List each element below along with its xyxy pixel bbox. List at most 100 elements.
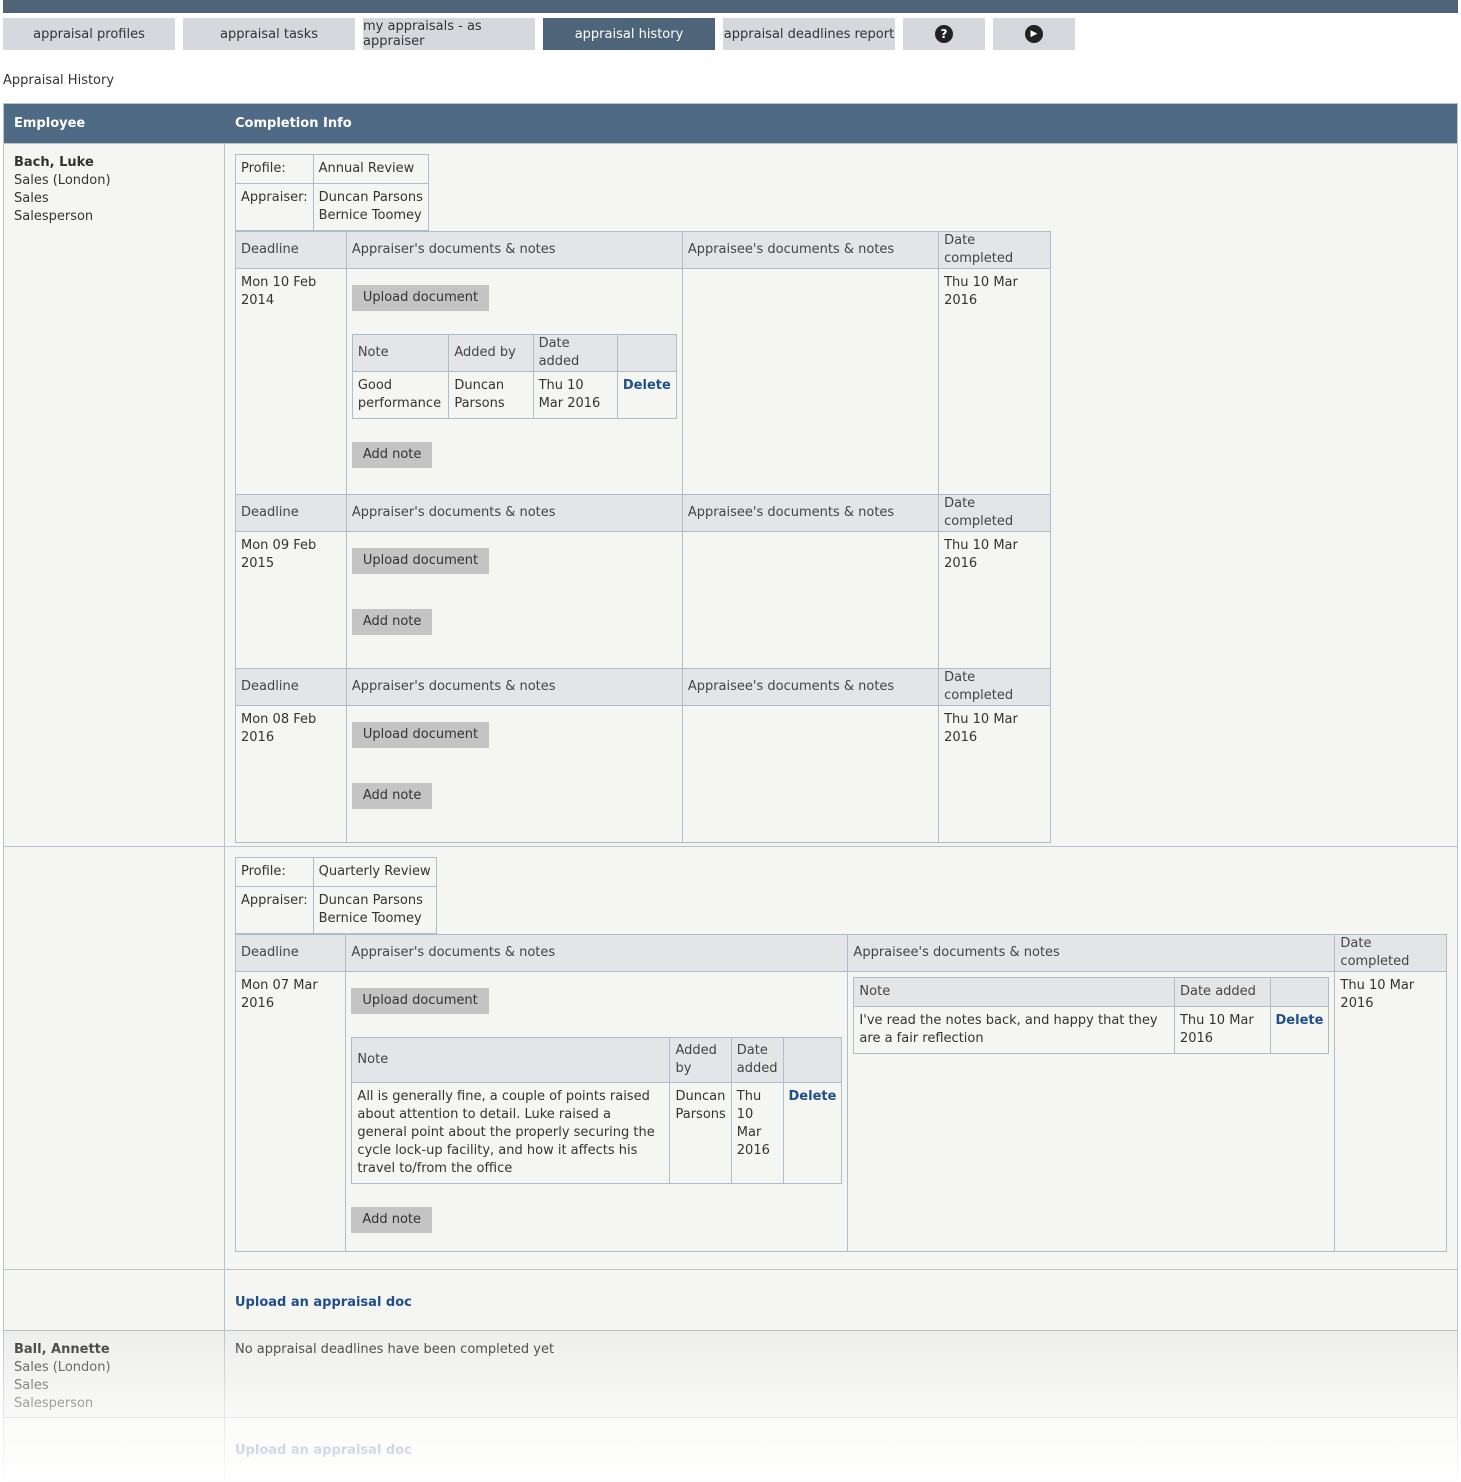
add-note-button[interactable]: Add note (351, 609, 433, 635)
add-note-button[interactable]: Add note (351, 783, 433, 809)
appraisee-docs: Note Date added I've read the notes back… (847, 971, 1336, 1252)
note-header: Note (351, 334, 450, 372)
history-table: Employee Completion Info Bach, Luke Sale… (3, 103, 1458, 1481)
add-note-button[interactable]: Add note (351, 1207, 433, 1233)
employee-name: Bach, Luke (14, 155, 94, 170)
appraiser-docs: Upload document Add note (345, 705, 683, 843)
appraisee-docs (681, 531, 940, 669)
employee-info: Bach, Luke Sales (London) Sales Salesper… (14, 154, 111, 226)
appraiser-label: Appraiser: (235, 886, 314, 934)
delete-note-link[interactable]: Delete (623, 378, 671, 393)
tab-label: appraisal deadlines report (723, 26, 895, 42)
upload-document-button[interactable]: Upload document (351, 285, 490, 311)
employee-row: Bach, Luke Sales (London) Sales Salesper… (4, 143, 1457, 846)
employee-info: Ball, Annette Sales (London) Sales Sales… (14, 1341, 111, 1413)
table-header: Employee Completion Info (4, 104, 1457, 143)
deadline-header: Deadline (234, 934, 347, 972)
top-bar (3, 0, 1458, 13)
appraiser-label: Appraiser: (235, 183, 314, 231)
notes-table: Note Added by Date added Good performanc… (351, 334, 677, 419)
upload-row: Upload an appraisal doc (4, 1269, 1457, 1330)
play-icon: ▶ (1025, 25, 1043, 43)
upload-document-button[interactable]: Upload document (351, 548, 490, 574)
deadlines-table: Deadline Appraiser's documents & notes A… (234, 934, 1447, 1252)
appraiser-value: Duncan Parsons Bernice Toomey (312, 183, 429, 231)
added-by-header: Added by (669, 1037, 732, 1083)
date-completed-header: Date completed (938, 231, 1051, 269)
employee-role: Salesperson (14, 1396, 94, 1411)
employee-location: Sales (London) (14, 173, 111, 188)
note-date-added: Thu 10 Mar 2016 (1173, 1006, 1271, 1054)
note-row: All is generally fine, a couple of point… (351, 1082, 843, 1184)
upload-document-button[interactable]: Upload document (351, 722, 490, 748)
deadline-header: Deadline (235, 668, 347, 706)
date-completed-header: Date completed (1334, 934, 1447, 972)
tab-appraisal-deadlines-report[interactable]: appraisal deadlines report (723, 18, 895, 50)
appraisee-docs-header: Appraisee's documents & notes (681, 231, 940, 269)
upload-row: Upload an appraisal doc (4, 1417, 1457, 1480)
help-button[interactable]: ? (903, 18, 985, 50)
tab-my-appraisals[interactable]: my appraisals - as appraiser (363, 18, 535, 50)
appraisee-docs-header: Appraisee's documents & notes (681, 668, 940, 706)
appraisee-docs (681, 705, 940, 843)
deadline-date: Mon 07 Mar 2016 (234, 971, 347, 1252)
employee-header: Employee (14, 116, 86, 131)
note-text: Good performance (351, 371, 450, 419)
date-added-header: Date added (730, 1037, 784, 1083)
date-completed-header: Date completed (938, 494, 1051, 532)
date-completed: Thu 10 Mar 2016 (1334, 971, 1447, 1252)
date-completed: Thu 10 Mar 2016 (938, 705, 1051, 843)
date-added-header: Date added (532, 334, 618, 372)
appraiser-value: Duncan Parsons Bernice Toomey (312, 886, 437, 934)
employee-profile-row: Profile: Quarterly Review Appraiser: Dun… (4, 846, 1457, 1269)
date-completed: Thu 10 Mar 2016 (938, 268, 1051, 495)
add-note-button[interactable]: Add note (351, 442, 433, 468)
note-date-added: Thu 10 Mar 2016 (730, 1082, 784, 1184)
profile-info: Profile: Quarterly Review Appraiser: Dun… (235, 857, 437, 934)
deadline-header: Deadline (235, 494, 347, 532)
profile-value: Quarterly Review (312, 857, 437, 887)
appraiser-docs: Upload document Note Added by Date added… (345, 971, 849, 1252)
date-added-header: Date added (1173, 977, 1271, 1007)
tab-appraisal-history[interactable]: appraisal history (543, 18, 715, 50)
tab-label: appraisal profiles (33, 26, 145, 42)
upload-appraisal-doc-link[interactable]: Upload an appraisal doc (235, 1443, 412, 1458)
employee-department: Sales (14, 1378, 49, 1393)
appraiser-docs: Upload document Add note (345, 531, 683, 669)
tab-label: appraisal tasks (219, 26, 318, 42)
note-row: I've read the notes back, and happy that… (853, 1006, 1330, 1054)
completion-header: Completion Info (235, 116, 352, 131)
page-title: Appraisal History (3, 73, 115, 88)
date-completed: Thu 10 Mar 2016 (938, 531, 1051, 669)
appraiser-docs: Upload document Note Added by Date added… (345, 268, 683, 495)
employee-location: Sales (London) (14, 1360, 111, 1375)
empty-message: No appraisal deadlines have been complet… (235, 1342, 555, 1357)
employee-name: Ball, Annette (14, 1342, 110, 1357)
delete-note-link[interactable]: Delete (1276, 1013, 1324, 1028)
appraiser-docs-header: Appraiser's documents & notes (345, 231, 683, 269)
profile-value: Annual Review (312, 154, 429, 184)
tab-label: appraisal history (574, 26, 684, 42)
play-button[interactable]: ▶ (993, 18, 1075, 50)
appraisee-docs-header: Appraisee's documents & notes (681, 494, 940, 532)
appraiser-docs-header: Appraiser's documents & notes (345, 494, 683, 532)
tab-appraisal-tasks[interactable]: appraisal tasks (183, 18, 355, 50)
deadline-date: Mon 09 Feb 2015 (235, 531, 347, 669)
employee-department: Sales (14, 191, 49, 206)
added-by-header: Added by (448, 334, 534, 372)
appraiser-docs-header: Appraiser's documents & notes (345, 934, 849, 972)
notes-table: Note Added by Date added All is generall… (351, 1037, 843, 1184)
tab-label: my appraisals - as appraiser (363, 19, 482, 49)
profile-label: Profile: (235, 154, 314, 184)
delete-note-link[interactable]: Delete (789, 1089, 837, 1104)
tab-appraisal-profiles[interactable]: appraisal profiles (3, 18, 175, 50)
note-added-by: Duncan Parsons (669, 1082, 732, 1184)
note-date-added: Thu 10 Mar 2016 (532, 371, 618, 419)
upload-document-button[interactable]: Upload document (351, 988, 489, 1014)
upload-appraisal-doc-link[interactable]: Upload an appraisal doc (235, 1295, 412, 1310)
employee-row: Ball, Annette Sales (London) Sales Sales… (4, 1330, 1457, 1417)
note-header: Note (351, 1037, 671, 1083)
deadline-date: Mon 08 Feb 2016 (235, 705, 347, 843)
appraiser-docs-header: Appraiser's documents & notes (345, 668, 683, 706)
profile-info: Profile: Annual Review Appraiser: Duncan… (235, 154, 429, 231)
